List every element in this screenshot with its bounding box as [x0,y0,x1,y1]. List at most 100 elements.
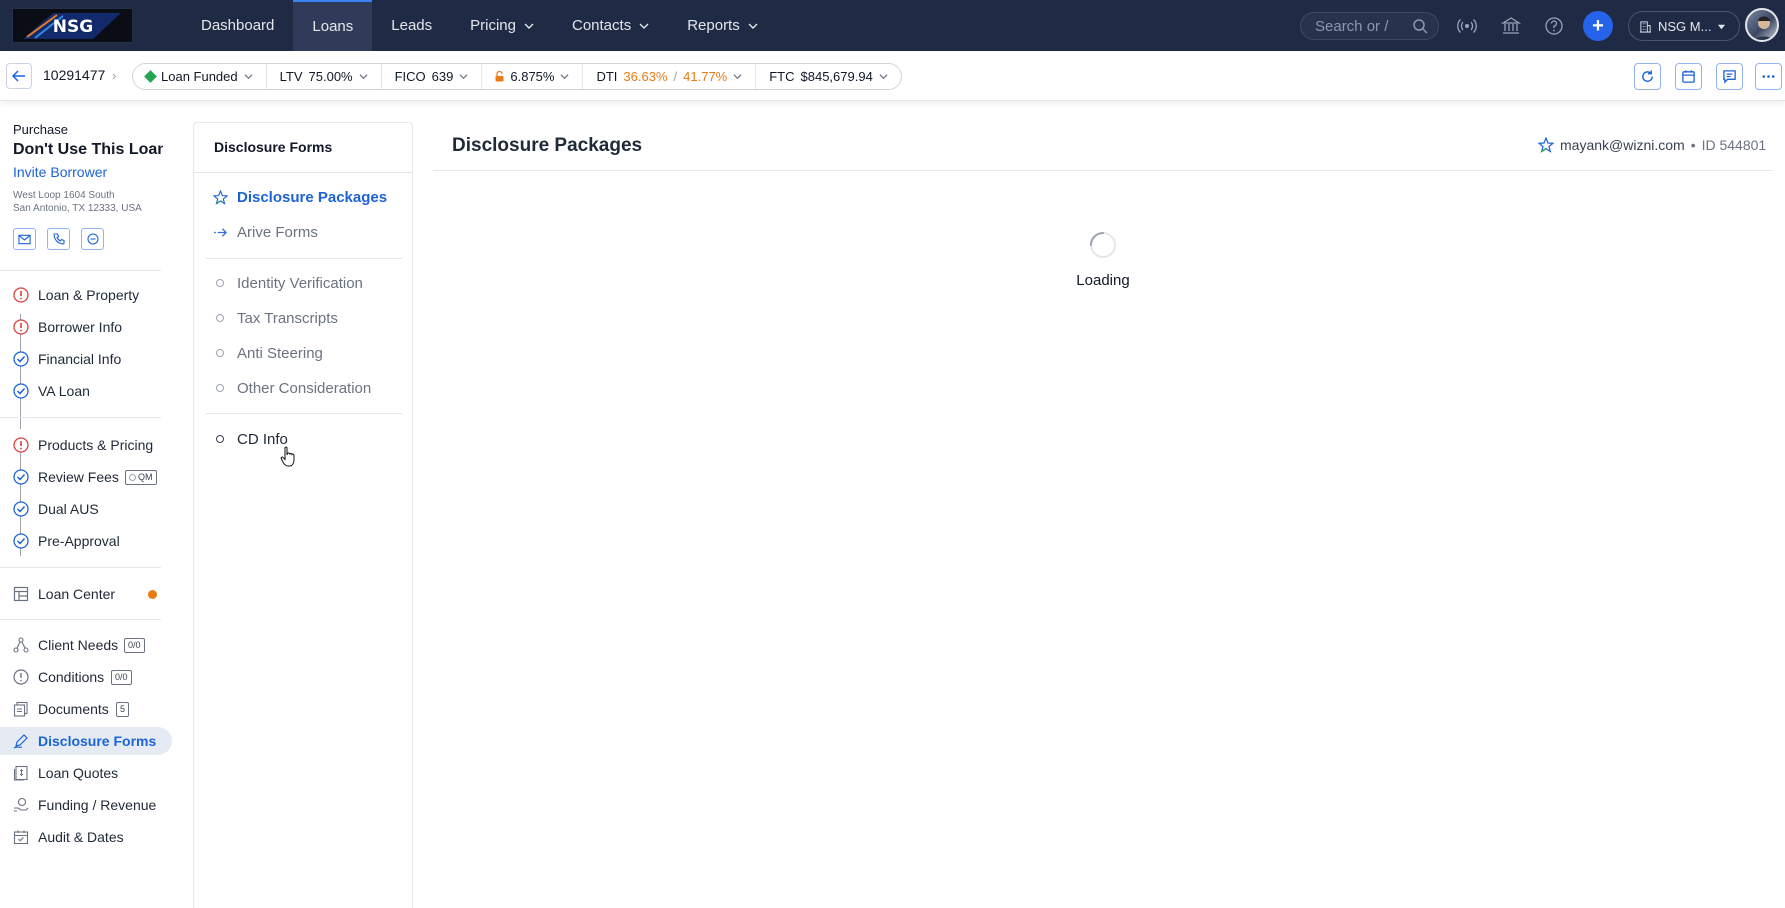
sidebar-item-disclosure-forms[interactable]: Disclosure Forms [0,727,172,755]
circle-outline-icon [212,310,228,326]
global-search-input[interactable]: Search or / [1300,12,1439,40]
dti-pill[interactable]: DTI 36.63% / 41.77% [583,64,757,89]
alert-icon [13,287,29,303]
sidebar-item-label: Documents [38,701,109,717]
sidebar-item-funding-revenue[interactable]: Funding / Revenue [0,791,172,819]
org-label: NSG M... [1658,18,1712,34]
nav-reports[interactable]: Reports [668,0,777,51]
sidebar-item-conditions[interactable]: Conditions 0/0 [0,663,172,691]
search-placeholder: Search or / [1315,17,1389,35]
circle-outline-icon [212,345,228,361]
menu-item-anti-steering[interactable]: Anti Steering [212,342,323,364]
chat-button[interactable] [1716,63,1743,90]
calendar-check-icon [13,829,29,845]
org-switcher[interactable]: NSG M... [1628,11,1740,41]
message-button[interactable] [81,228,104,250]
menu-item-cd-info[interactable]: CD Info [212,428,288,450]
nav-contacts[interactable]: Contacts [553,0,668,51]
sidebar-item-loan-center[interactable]: Loan Center [0,580,172,608]
sidebar-item-va-loan[interactable]: VA Loan [0,377,172,405]
invite-borrower-link[interactable]: Invite Borrower [13,164,107,180]
broadcast-icon[interactable] [1455,14,1479,38]
nav-loans[interactable]: Loans [293,0,373,51]
sidebar-item-label: Loan Quotes [38,765,119,781]
menu-item-arive-forms[interactable]: Arive Forms [212,221,318,243]
check-circle-icon [13,351,29,367]
ltv-pill[interactable]: LTV 75.00% [267,64,382,89]
back-button[interactable] [6,63,32,89]
chevron-down-icon [459,74,468,80]
menu-item-label: Anti Steering [237,344,323,362]
sidebar-item-borrower-info[interactable]: Borrower Info [0,313,172,341]
menu-item-other-consideration[interactable]: Other Consideration [212,377,371,399]
star-icon [212,189,228,205]
menu-item-identity-verification[interactable]: Identity Verification [212,272,363,294]
user-avatar[interactable] [1745,8,1779,42]
sidebar-item-label: Funding / Revenue [38,797,157,813]
bank-icon[interactable] [1499,14,1523,38]
coins-hand-icon [13,797,29,813]
loan-number[interactable]: 10291477 [43,67,105,83]
sidebar-item-loan-property[interactable]: Loan & Property [0,281,172,309]
main-nav: Dashboard Loans Leads Pricing Contacts R… [182,0,777,51]
menu-item-tax-transcripts[interactable]: Tax Transcripts [212,307,338,329]
ftc-value: $845,679.94 [800,69,873,84]
sidebar-item-review-fees[interactable]: Review Fees QM [0,463,172,491]
chevron-down-icon [639,23,649,29]
count-badge: 0/0 [124,637,145,653]
menu-item-label: Arive Forms [237,223,318,241]
sidebar-divider [0,619,161,620]
qm-badge: QM [125,469,157,485]
sidebar-item-label: Disclosure Forms [38,733,157,749]
sidebar-item-dual-aus[interactable]: Dual AUS [0,495,172,523]
circle-outline-icon [212,275,228,291]
sidebar-item-client-needs[interactable]: Client Needs 0/0 [0,631,172,659]
loading-text: Loading [1076,272,1130,289]
nav-pricing[interactable]: Pricing [451,0,553,51]
nav-leads[interactable]: Leads [372,0,451,51]
menu-item-label: CD Info [237,430,288,448]
more-button[interactable] [1755,63,1782,90]
menu-item-label: Tax Transcripts [237,309,338,327]
nav-dashboard[interactable]: Dashboard [182,0,293,51]
package-id: ID 544801 [1701,137,1767,153]
assigned-user-info: mayank@wizni.com • ID 544801 [1538,137,1766,153]
call-button[interactable] [47,228,70,250]
circle-outline-icon [212,380,228,396]
menu-item-label: Identity Verification [237,274,363,292]
address-line-1: West Loop 1604 South [13,190,115,201]
ftc-pill[interactable]: FTC $845,679.94 [756,64,901,89]
sidebar-item-audit-dates[interactable]: Audit & Dates [0,823,172,851]
ftc-label: FTC [769,69,795,84]
notification-dot [148,589,157,599]
loan-status-pill[interactable]: Loan Funded [133,64,267,89]
sidebar-item-label: Loan Center [38,586,116,602]
add-new-button[interactable]: + [1583,11,1613,41]
nav-label: Loans [312,18,354,35]
menu-item-disclosure-packages[interactable]: Disclosure Packages [212,186,387,208]
email-button[interactable] [13,228,36,250]
nav-label: Pricing [470,17,516,34]
menu-divider [206,258,402,259]
sidebar-item-loan-quotes[interactable]: Loan Quotes [0,759,172,787]
sidebar-item-products-pricing[interactable]: Products & Pricing [0,431,172,459]
help-icon[interactable] [1542,14,1566,38]
sidebar-item-financial-info[interactable]: Financial Info [0,345,172,373]
sidebar-item-documents[interactable]: Documents 5 [0,695,172,723]
calendar-button[interactable] [1675,63,1702,90]
dti-separator: / [673,69,678,84]
hierarchy-icon [13,637,29,653]
fico-pill[interactable]: FICO 639 [382,64,483,89]
count-badge: 5 [116,701,130,717]
chevron-down-icon [560,74,569,80]
sidebar-item-pre-approval[interactable]: Pre-Approval [0,527,172,555]
circle-outline-icon [212,431,228,447]
refresh-icon [1642,70,1653,82]
nsg-logo[interactable]: NSG [12,8,133,43]
chevron-down-icon [748,23,758,29]
dti-front: 36.63% [623,69,668,84]
rate-pill[interactable]: 6.875% [482,64,584,89]
refresh-button[interactable] [1634,63,1661,90]
property-address: West Loop 1604 South San Antonio, TX 123… [13,189,142,215]
disclosure-menu-title: Disclosure Forms [214,139,333,155]
